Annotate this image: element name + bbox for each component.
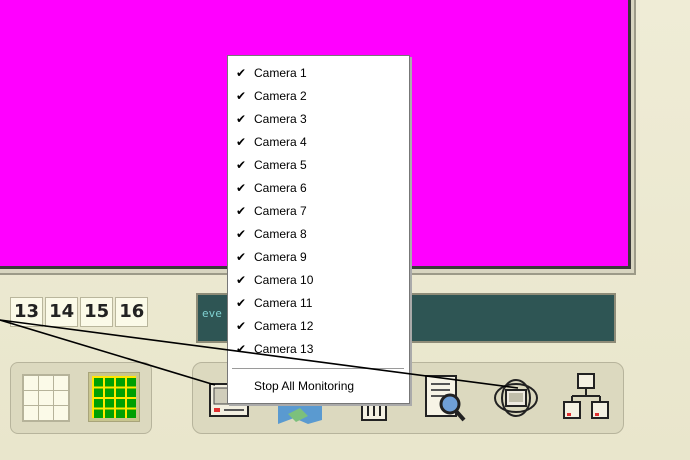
camera-context-menu: ✔ Camera 1 ✔ Camera 2 ✔ Camera 3 ✔ Camera 4 … [227,55,410,404]
checkmark-icon: ✔ [236,181,247,195]
checkmark-icon: ✔ [236,227,247,241]
menu-item-camera-7[interactable]: ✔ Camera 7 [228,200,409,223]
checkmark-icon: ✔ [236,89,247,103]
checkmark-icon: ✔ [236,135,247,149]
layout-4x4-button[interactable] [22,374,70,422]
menu-item-camera-9[interactable]: ✔ Camera 9 [228,246,409,269]
channel-15-button[interactable]: 15 [80,297,114,327]
checkmark-icon: ✔ [236,112,247,126]
stop-all-monitoring-item[interactable]: Stop All Monitoring [228,375,409,398]
channel-selector: 13 14 15 16 [10,297,150,329]
network-globe-button[interactable] [490,370,542,424]
menu-separator [232,368,404,369]
channel-13-button[interactable]: 13 [10,297,44,327]
network-topology-icon [563,373,609,419]
network-globe-icon [494,379,538,417]
menu-item-camera-11[interactable]: ✔ Camera 11 [228,292,409,315]
search-log-button[interactable] [420,370,472,424]
menu-item-camera-8[interactable]: ✔ Camera 8 [228,223,409,246]
menu-item-camera-5[interactable]: ✔ Camera 5 [228,154,409,177]
menu-item-camera-10[interactable]: ✔ Camera 10 [228,269,409,292]
checkmark-icon: ✔ [236,204,247,218]
channel-16-button[interactable]: 16 [115,297,149,327]
menu-item-camera-1[interactable]: ✔ Camera 1 [228,62,409,85]
menu-item-camera-6[interactable]: ✔ Camera 6 [228,177,409,200]
menu-item-camera-12[interactable]: ✔ Camera 12 [228,315,409,338]
menu-item-camera-2[interactable]: ✔ Camera 2 [228,85,409,108]
event-log-text: eve [202,307,222,320]
search-document-icon [425,375,466,422]
checkmark-icon: ✔ [236,250,247,264]
grid-16-icon [92,376,136,418]
checkmark-icon: ✔ [236,66,247,80]
menu-item-camera-13[interactable]: ✔ Camera 13 [228,338,409,361]
checkmark-icon: ✔ [236,342,247,356]
menu-item-camera-4[interactable]: ✔ Camera 4 [228,131,409,154]
layout-16-grid-button[interactable] [88,372,140,422]
menu-item-camera-3[interactable]: ✔ Camera 3 [228,108,409,131]
checkmark-icon: ✔ [236,319,247,333]
network-topology-button[interactable] [560,370,612,424]
channel-14-button[interactable]: 14 [45,297,79,327]
checkmark-icon: ✔ [236,158,247,172]
checkmark-icon: ✔ [236,296,247,310]
checkmark-icon: ✔ [236,273,247,287]
